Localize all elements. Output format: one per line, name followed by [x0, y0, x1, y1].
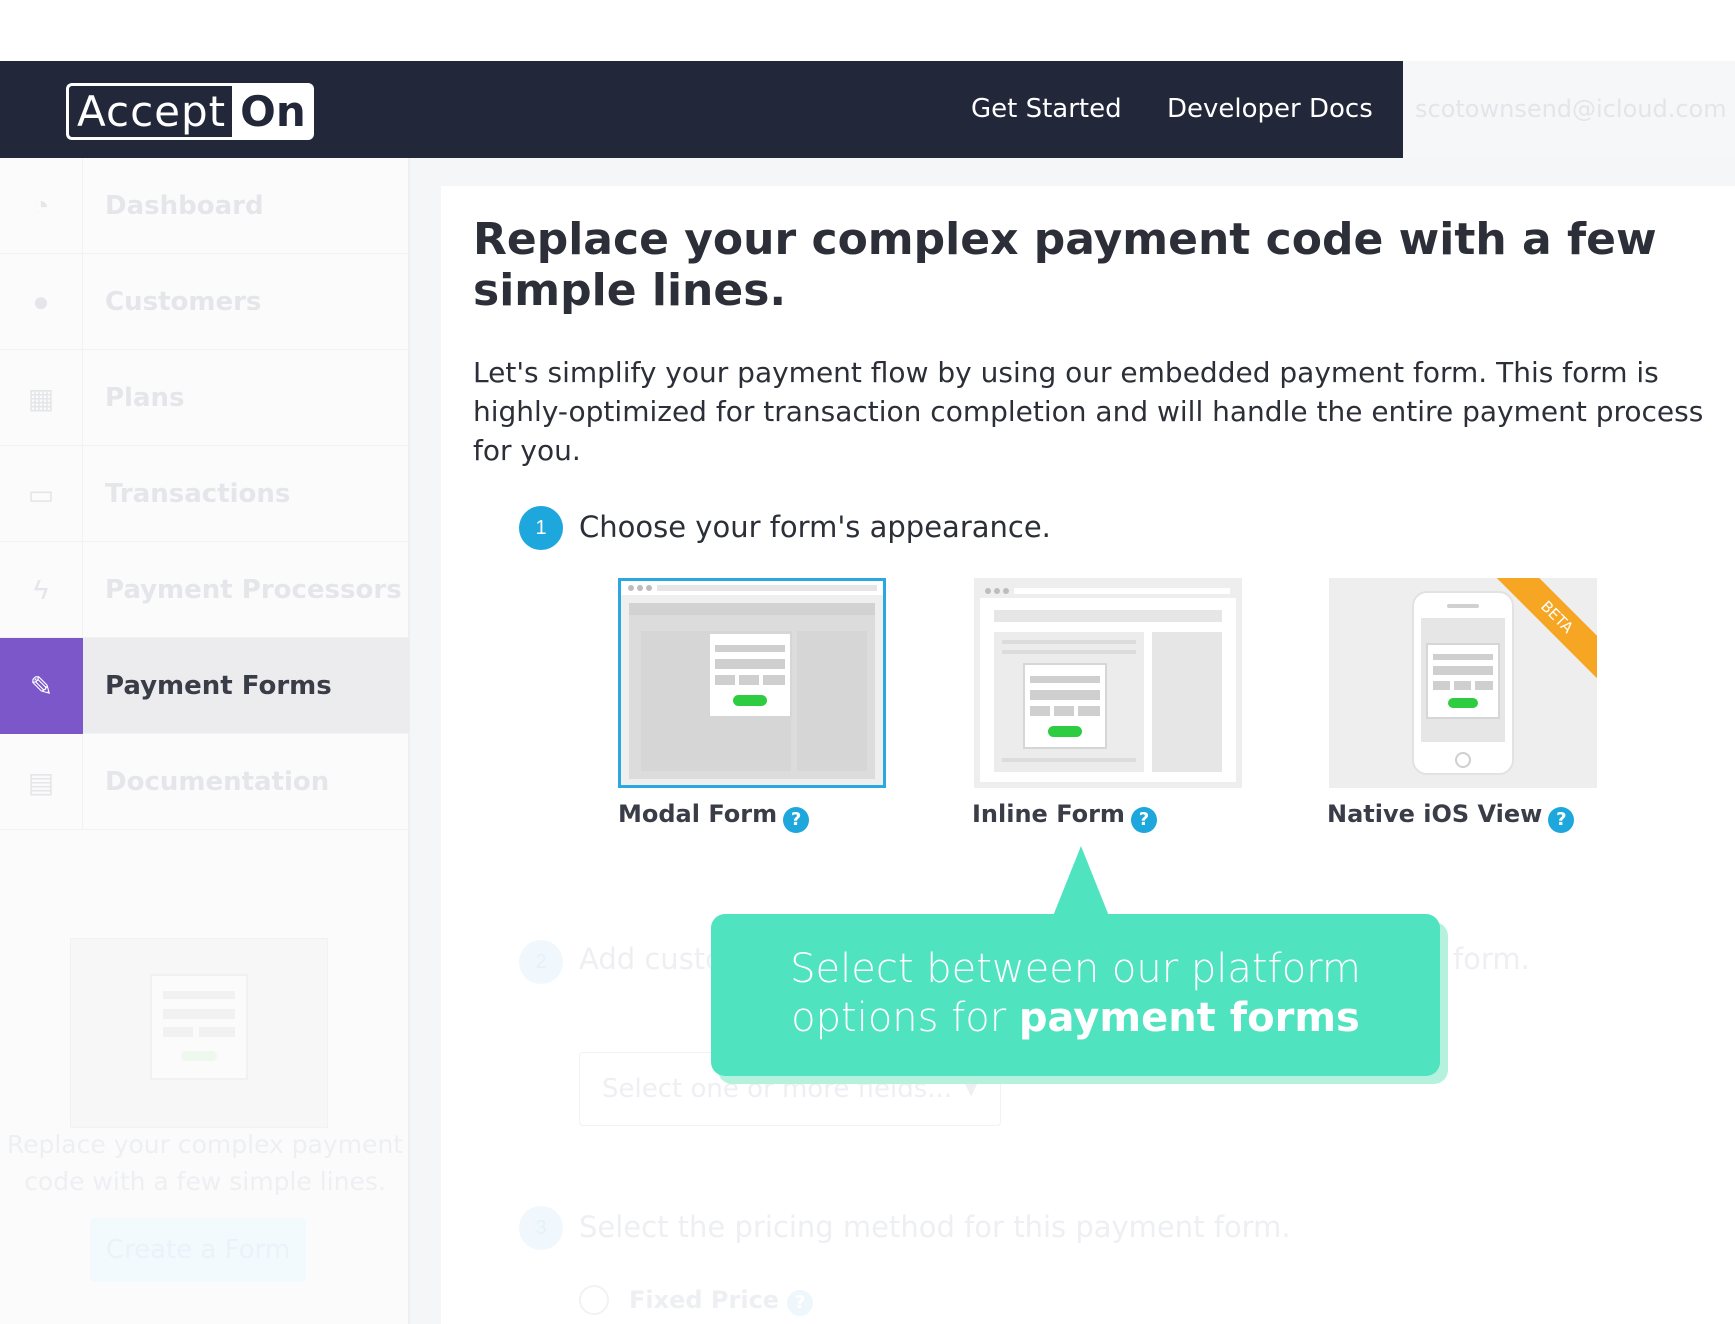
user-icon: ● [0, 254, 83, 350]
top-strip [0, 0, 1735, 61]
help-icon[interactable]: ? [1548, 807, 1575, 833]
option-label-native-ios-view: Native iOS View? [1327, 798, 1575, 833]
user-email-menu[interactable]: scotownsend@icloud.com [1403, 61, 1735, 158]
option-modal-form[interactable] [618, 578, 886, 788]
sidebar-item-plans[interactable]: ▦ Plans [0, 350, 410, 446]
sidebar-item-dashboard[interactable]: ◔ Dashboard [0, 158, 410, 254]
callout-line-2-bold: payment forms [1018, 995, 1360, 1041]
step-3-badge: 3 [519, 1206, 563, 1250]
bolt-icon: ϟ [0, 542, 83, 638]
inline-form-illustration-icon [974, 578, 1242, 788]
help-icon[interactable]: ? [783, 807, 810, 833]
money-icon: ▭ [0, 446, 83, 542]
sidebar-item-transactions[interactable]: ▭ Transactions [0, 446, 410, 542]
page-title: Replace your complex payment code with a… [473, 214, 1657, 316]
callout-text: Select between our platform options for … [711, 945, 1440, 1043]
help-icon[interactable]: ? [787, 1290, 814, 1316]
sidebar-item-customers[interactable]: ● Customers [0, 254, 410, 350]
option-label-inline-form: Inline Form? [972, 798, 1157, 833]
help-icon[interactable]: ? [1130, 807, 1157, 833]
logo-on-text: On [232, 83, 314, 140]
modal-form-illustration-icon [621, 581, 883, 785]
sidebar-item-label: Dashboard [105, 191, 264, 221]
sidebar-item-payment-processors[interactable]: ϟ Payment Processors [0, 542, 410, 638]
top-header: Accept On Get Started Developer Docs sco… [0, 61, 1735, 158]
page-description: Let's simplify your payment flow by usin… [473, 356, 1704, 467]
sidebar-item-label: Documentation [105, 767, 330, 797]
option-inline-form[interactable] [974, 578, 1242, 788]
step-2-badge: 2 [519, 940, 563, 984]
nav-developer-docs[interactable]: Developer Docs [1167, 61, 1373, 158]
option-label-text: Inline Form [972, 800, 1125, 828]
step-3-text: Select the pricing method for this payme… [579, 1210, 1291, 1244]
sidebar-item-documentation[interactable]: ▤ Documentation [0, 734, 410, 830]
step-1-badge: 1 [519, 506, 563, 550]
fixed-price-label: Fixed Price? [629, 1284, 814, 1316]
promo-text: Replace your complex payment code with a… [6, 1130, 404, 1196]
callout-line-2: options for payment forms [711, 994, 1440, 1043]
document-icon: ▤ [0, 734, 83, 830]
sidebar-item-label: Customers [105, 287, 262, 317]
logo-text: Accept [66, 83, 233, 140]
option-label-text: Native iOS View [1327, 800, 1543, 828]
form-illustration-icon [150, 974, 248, 1080]
dashboard-icon: ◔ [0, 158, 83, 254]
sidebar-item-label: Plans [105, 383, 185, 413]
edit-icon: ✎ [0, 638, 83, 734]
fixed-price-radio[interactable] [579, 1285, 609, 1315]
nav-get-started[interactable]: Get Started [971, 61, 1122, 158]
sidebar-item-payment-forms[interactable]: ✎ Payment Forms [0, 638, 410, 734]
option-native-ios-view[interactable]: BETA [1329, 578, 1597, 788]
promo-illustration [70, 938, 328, 1128]
sidebar-item-label: Transactions [105, 479, 291, 509]
create-form-button[interactable]: Create a Form [90, 1218, 306, 1282]
callout-pointer [1053, 846, 1109, 916]
calendar-icon: ▦ [0, 350, 83, 446]
fixed-price-label-text: Fixed Price [629, 1286, 780, 1314]
option-label-modal-form: Modal Form? [618, 798, 810, 833]
option-label-text: Modal Form [618, 800, 778, 828]
callout-line-1: Select between our platform [790, 946, 1361, 992]
callout-line-2-prefix: options for [791, 995, 1007, 1041]
sidebar: ◔ Dashboard ● Customers ▦ Plans ▭ Transa… [0, 158, 410, 1324]
sidebar-item-label: Payment Forms [105, 671, 332, 701]
sidebar-item-label: Payment Processors [105, 575, 402, 605]
acceptOn-logo[interactable]: Accept On [66, 83, 314, 140]
step-1-text: Choose your form's appearance. [579, 510, 1051, 544]
